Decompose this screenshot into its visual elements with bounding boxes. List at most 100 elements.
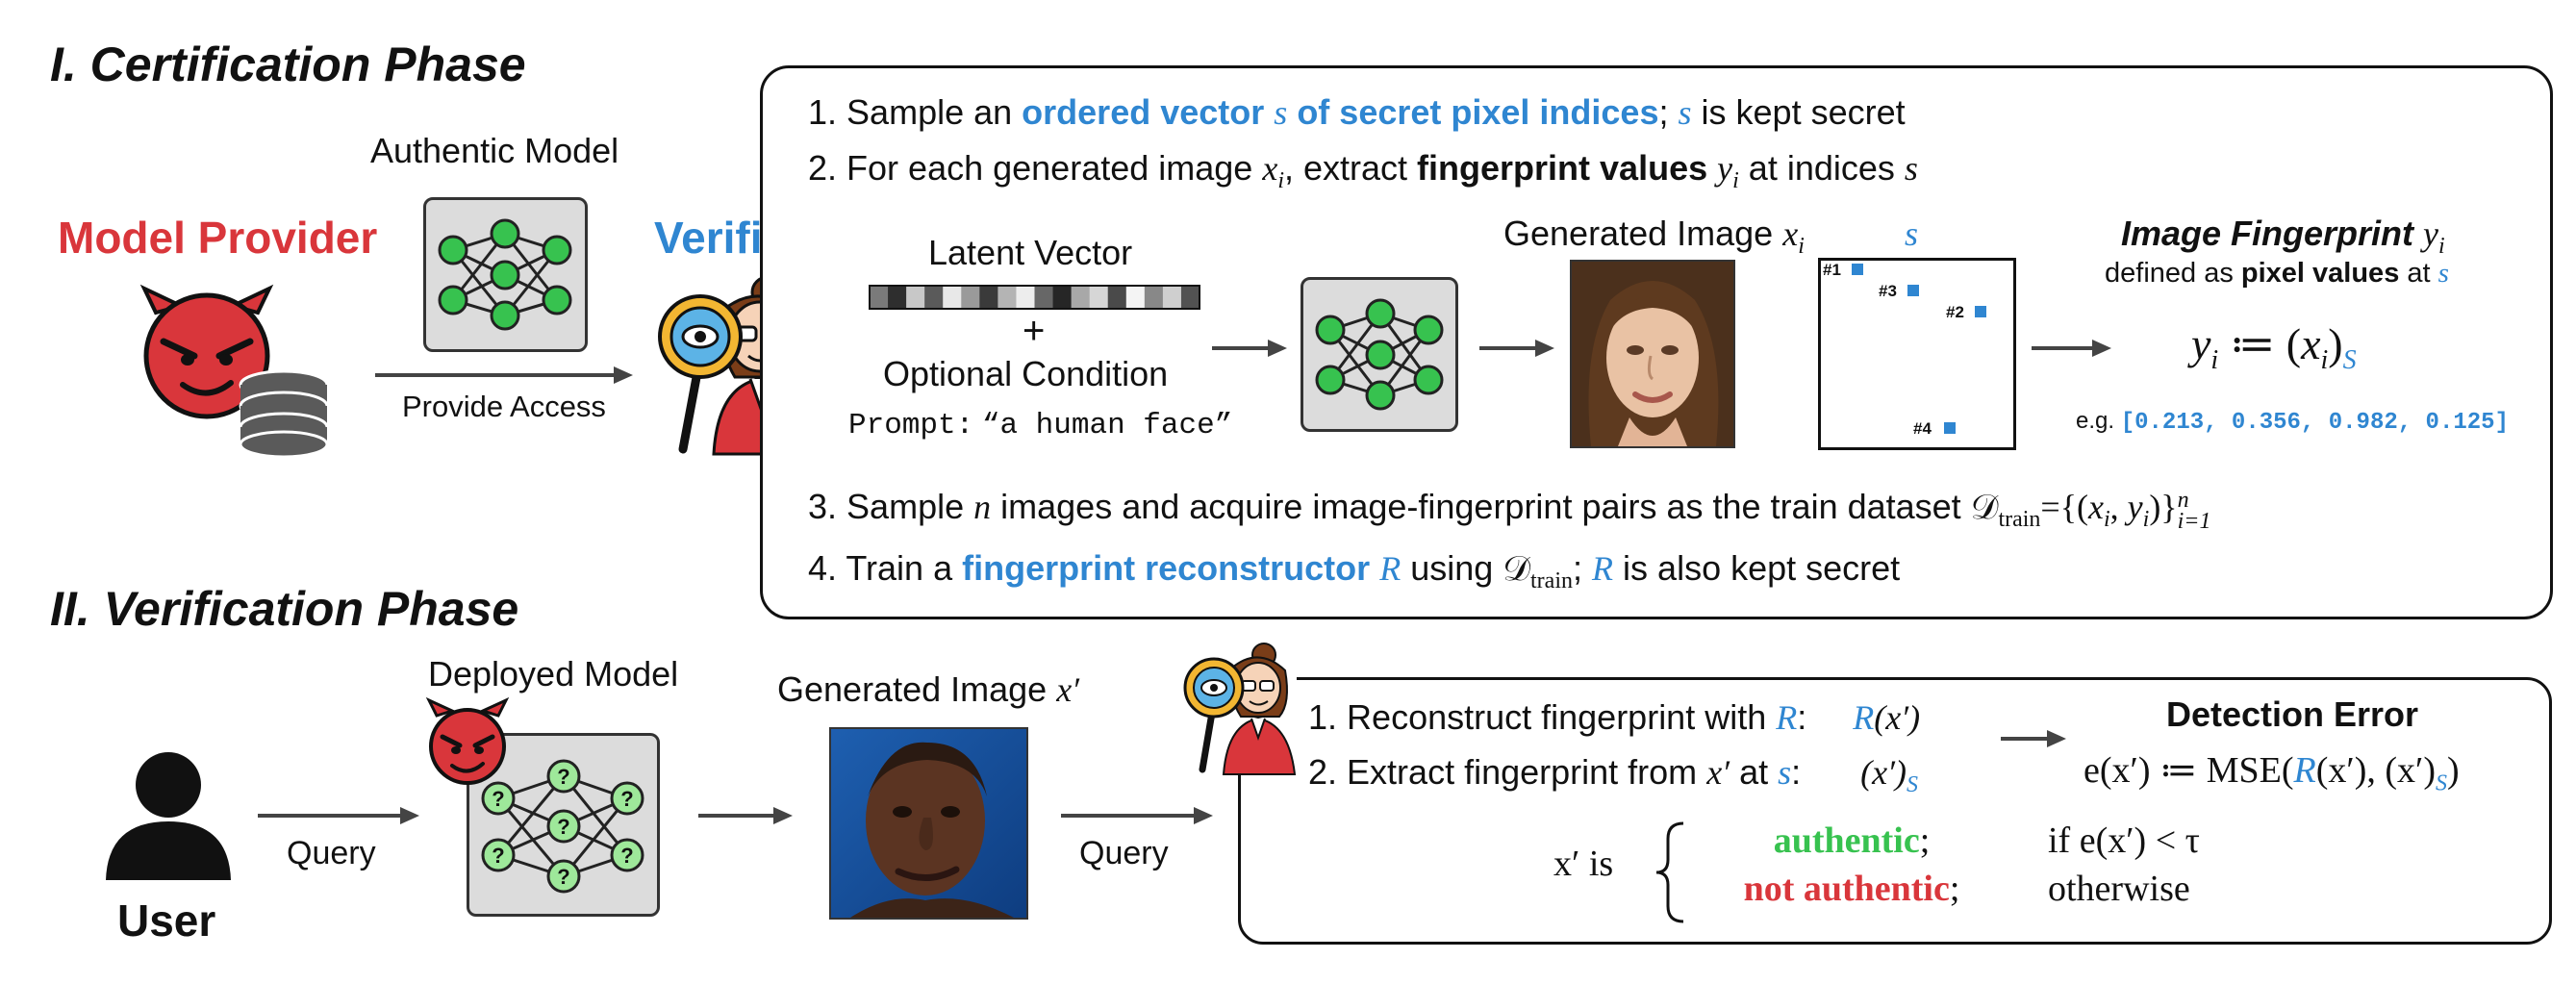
generated-face-image (1570, 260, 1735, 448)
latent-vector-cell (979, 286, 998, 309)
decision-rule-lhs: x′ is (1553, 844, 1614, 884)
example-values: [0.213, 0.356, 0.982, 0.125] (2120, 410, 2509, 436)
fingerprint-reconstructor-text: fingerprint reconstructor (962, 548, 1371, 588)
authentic-case: authentic; if e(x′) < τ (1693, 820, 2200, 862)
prompt-text: Prompt: “a human face” (848, 406, 1232, 442)
not-authentic-label: not authentic; (1743, 869, 1960, 909)
otherwise-condition: otherwise (2048, 869, 2190, 909)
r-symbol: R (1592, 549, 1614, 588)
latent-vector-cell (888, 286, 907, 309)
svg-text:?: ? (557, 765, 569, 789)
verifier-small-icon (1181, 640, 1297, 775)
pixel-index-marker: #1 (1823, 261, 1841, 279)
s-symbol: s (1778, 753, 1792, 792)
fingerprint-example: e.g. [0.213, 0.356, 0.982, 0.125] (2076, 408, 2509, 436)
deployed-model-label: Deployed Model (428, 654, 679, 694)
fingerprint-definition: defined as pixel values at s (2105, 258, 2449, 289)
prompt-label: Prompt: (848, 409, 974, 442)
kept-secret-text: is kept secret (1701, 92, 1906, 132)
s-symbol: s (1904, 149, 1918, 188)
pixel-index-dot (1907, 285, 1919, 296)
svg-text:?: ? (492, 844, 504, 868)
authentic-model-label: Authentic Model (370, 131, 619, 170)
latent-vector-cell (1034, 286, 1054, 309)
image-fingerprint-title: Image Fingerprint yi (2121, 214, 2445, 260)
pixel-index-dot (1975, 306, 1986, 317)
s-vector-label: s (1905, 214, 1919, 253)
pixel-index-dot (1852, 264, 1863, 275)
latent-vector-cell (906, 286, 925, 309)
arrow-to-fingerprint (2032, 340, 2111, 357)
pixel-index-marker: #4 (1913, 419, 1932, 438)
extract-expression: (x′)S (1860, 753, 1919, 798)
semicolon: ; (1658, 92, 1669, 132)
latent-vector-cell (1052, 286, 1073, 309)
arrow-to-generated-image (1479, 340, 1554, 357)
train-dataset-formula: 𝒟train={(xi, yi)} n i=1 (1970, 487, 2211, 534)
step-text: Sample an (846, 92, 1013, 132)
n-symbol: n (973, 488, 992, 526)
secret-pixel-indices-grid: #1 #3 #2 #4 (1818, 258, 2016, 450)
latent-vector-cell (1016, 286, 1035, 309)
arrow-to-generated-image-2 (698, 807, 793, 824)
latent-vector-cell (1089, 286, 1109, 309)
decision-brace (1655, 821, 1684, 923)
latent-vector-cell (1162, 286, 1182, 309)
pixel-index-marker: #3 (1879, 282, 1897, 300)
svg-text:?: ? (492, 787, 504, 811)
authentic-model-network-icon (423, 197, 588, 352)
pixel-index-dot (1944, 422, 1956, 434)
query-label-2: Query (1079, 835, 1169, 871)
latent-vector-cell (943, 286, 962, 309)
plus-sign: + (1023, 310, 1046, 352)
pixel-index-marker: #2 (1946, 303, 1964, 321)
optional-condition-label: Optional Condition (883, 354, 1169, 393)
verif-step-1: 1. Reconstruct fingerprint with R: R(x′) (1308, 697, 1921, 737)
step-number: 2. (808, 148, 838, 188)
latent-vector-cell (1125, 286, 1146, 309)
authentic-condition: if e(x′) < τ (2048, 820, 2200, 861)
example-label: e.g. (2076, 408, 2115, 434)
cert-step-1: 1. Sample an ordered vector s of secret … (808, 92, 1906, 133)
user-icon (106, 752, 231, 880)
prompt-value: “a human face” (981, 409, 1233, 442)
reconstruct-expression: R (1853, 698, 1875, 737)
svg-text:?: ? (620, 844, 633, 868)
generator-network-icon (1301, 277, 1458, 432)
arrow-to-model (1212, 340, 1287, 357)
query-face-image (829, 727, 1028, 920)
user-query-arrow (258, 807, 419, 824)
latent-vector-cell (1180, 286, 1200, 309)
r-symbol: R (1776, 698, 1798, 737)
xi-symbol: xi (1782, 214, 1805, 260)
yi-symbol: yi (1717, 149, 1739, 194)
step-text: , extract (1283, 148, 1408, 188)
latent-vector-cell (998, 286, 1017, 309)
database-icon (239, 369, 329, 459)
step-number: 1. (808, 92, 838, 132)
model-provider-label: Model Provider (58, 213, 378, 263)
latent-vector-cell (870, 286, 889, 309)
verification-phase-title: II. Verification Phase (50, 582, 519, 636)
step-text: For each generated image (846, 148, 1253, 188)
generated-image-label: Generated Image xi (1503, 214, 1805, 260)
detection-error-formula: e(x′) ≔ MSE(R(x′), (x′)S) (2084, 750, 2460, 796)
latent-vector-cell (1144, 286, 1164, 309)
xi-symbol: xi (1262, 149, 1284, 194)
certification-phase-title: I. Certification Phase (50, 38, 526, 91)
svg-text:?: ? (557, 815, 569, 839)
query-label-1: Query (287, 835, 376, 871)
arrow-to-detection-error (2001, 730, 2066, 747)
s-symbol: s (1274, 93, 1288, 132)
latent-vector-cell (1107, 286, 1127, 309)
query-arrow-2 (1061, 807, 1213, 824)
provide-access-label: Provide Access (402, 390, 606, 423)
secret-pixel-indices-text: of secret pixel indices (1297, 92, 1659, 132)
user-label: User (117, 896, 216, 946)
latent-vector-cell (1071, 286, 1091, 309)
latent-vector-cell (924, 286, 944, 309)
cert-step-2: 2. For each generated image xi, extract … (808, 148, 1918, 194)
generated-image-label-2: Generated Image x′ (777, 669, 1080, 709)
svg-text:?: ? (557, 865, 569, 889)
authentic-label: authentic; (1773, 820, 1931, 861)
